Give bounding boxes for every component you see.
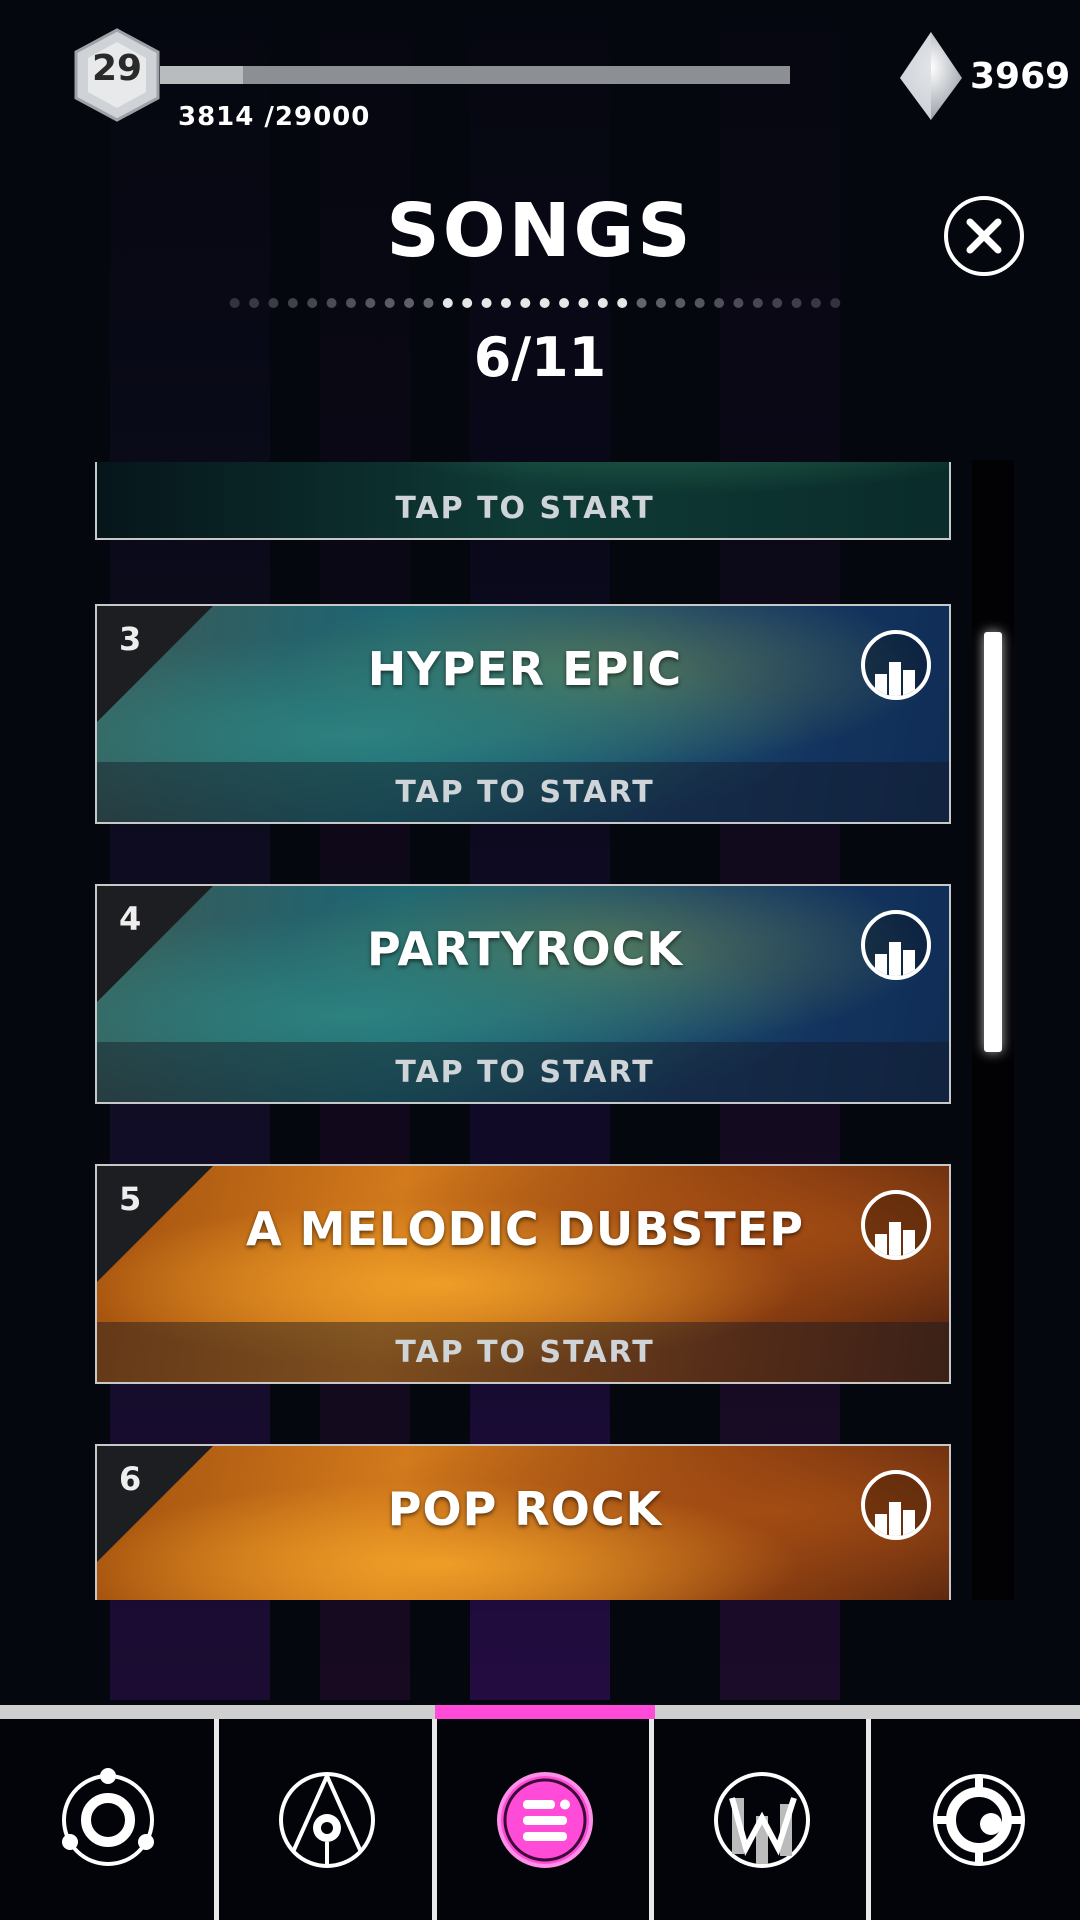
page-dot bbox=[249, 298, 260, 308]
song-title: POP ROCK bbox=[387, 1482, 663, 1536]
difficulty-bars-icon bbox=[861, 630, 931, 700]
page-counter: 6/11 bbox=[473, 326, 607, 389]
page-dot bbox=[772, 298, 783, 308]
page-dot bbox=[520, 298, 531, 308]
nav-item-songs[interactable] bbox=[437, 1719, 653, 1920]
song-title: PARTYROCK bbox=[366, 922, 684, 976]
page-dot bbox=[810, 298, 821, 308]
song-start-label: TAP TO START bbox=[395, 1055, 655, 1090]
page-dots bbox=[229, 298, 841, 308]
close-button[interactable] bbox=[944, 196, 1024, 276]
page-dot bbox=[345, 298, 356, 308]
page-dot bbox=[365, 298, 376, 308]
song-card[interactable]: 3 HYPER EPIC TAP TO START bbox=[95, 604, 951, 824]
page-dot bbox=[578, 298, 589, 308]
menu-list-icon bbox=[497, 1771, 593, 1868]
page-dot bbox=[559, 298, 570, 308]
page-dot bbox=[733, 298, 744, 308]
nav-item-settings[interactable] bbox=[871, 1719, 1080, 1920]
page-dot bbox=[714, 298, 725, 308]
page-dot bbox=[268, 298, 279, 308]
nav-item-orbit[interactable] bbox=[0, 1719, 216, 1920]
song-card[interactable]: 6 POP ROCK bbox=[95, 1444, 951, 1600]
song-start-label: TAP TO START bbox=[395, 775, 655, 810]
xp-bar-fill bbox=[160, 66, 243, 84]
nav-item-equalizer[interactable] bbox=[654, 1719, 870, 1920]
page-dot bbox=[423, 298, 434, 308]
page-dot bbox=[404, 298, 415, 308]
song-start-label: TAP TO START bbox=[395, 491, 655, 526]
song-title: A MELODIC DUBSTEP bbox=[246, 1202, 804, 1256]
page-dot bbox=[675, 298, 686, 308]
page-dot bbox=[791, 298, 802, 308]
page-dot bbox=[597, 298, 608, 308]
nav-active-indicator bbox=[435, 1705, 655, 1719]
song-list[interactable]: TAP TO START 3 HYPER EPIC TAP TO START 4… bbox=[95, 462, 955, 1600]
page-dot bbox=[326, 298, 337, 308]
song-start-label: TAP TO START bbox=[395, 1335, 655, 1370]
scrollbar-thumb[interactable] bbox=[984, 632, 1002, 1052]
page-dot bbox=[442, 298, 453, 308]
page-dot bbox=[481, 298, 492, 308]
page-dot bbox=[830, 298, 841, 308]
gem-icon bbox=[900, 32, 962, 120]
xp-text: 3814 /29000 bbox=[178, 102, 371, 132]
difficulty-bars-icon bbox=[861, 1470, 931, 1540]
difficulty-bars-icon bbox=[861, 910, 931, 980]
page-dot bbox=[655, 298, 666, 308]
level-number: 29 bbox=[91, 48, 143, 89]
page-dot bbox=[462, 298, 473, 308]
road-icon bbox=[279, 1771, 375, 1868]
page-dot bbox=[500, 298, 511, 308]
page-dot bbox=[539, 298, 550, 308]
settings-gear-icon bbox=[933, 1773, 1025, 1866]
page-dot bbox=[384, 298, 395, 308]
page-dot bbox=[752, 298, 763, 308]
page-dot bbox=[307, 298, 318, 308]
gem-count: 3969 bbox=[970, 56, 1071, 97]
close-icon bbox=[966, 218, 1002, 254]
song-card[interactable]: 4 PARTYROCK TAP TO START bbox=[95, 884, 951, 1104]
page-title: SONGS bbox=[386, 188, 694, 274]
page-dot bbox=[287, 298, 298, 308]
difficulty-bars-icon bbox=[861, 1190, 931, 1260]
song-card[interactable]: TAP TO START bbox=[95, 462, 951, 540]
page-dot bbox=[694, 298, 705, 308]
nav-item-road[interactable] bbox=[219, 1719, 435, 1920]
equalizer-w-icon bbox=[714, 1771, 810, 1868]
song-title: HYPER EPIC bbox=[367, 642, 683, 696]
orbit-icon bbox=[62, 1767, 154, 1866]
xp-bar bbox=[160, 66, 790, 84]
page-dot bbox=[636, 298, 647, 308]
page-dot bbox=[229, 298, 240, 308]
page-dot bbox=[617, 298, 628, 308]
song-card[interactable]: 5 A MELODIC DUBSTEP TAP TO START bbox=[95, 1164, 951, 1384]
